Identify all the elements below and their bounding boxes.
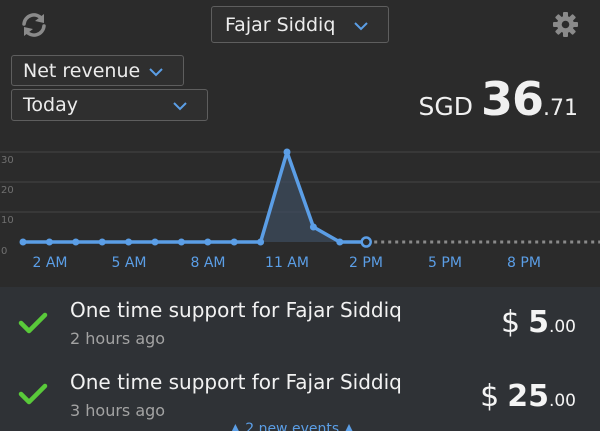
check-icon xyxy=(18,383,48,405)
y-axis-ticks: 0 10 20 30 xyxy=(1,155,14,257)
account-selector[interactable]: Fajar Siddiq xyxy=(211,6,389,43)
data-point xyxy=(283,148,291,156)
event-title: One time support for Fajar Siddiq xyxy=(70,370,402,394)
revenue-total: SGD 36.71 xyxy=(418,72,578,126)
total-whole: 36 xyxy=(480,72,544,126)
metric-selector[interactable]: Net revenue xyxy=(11,55,184,86)
data-point xyxy=(19,238,27,246)
amount-whole: 5 xyxy=(528,305,549,340)
data-point xyxy=(45,238,53,246)
y-tick-label: 0 xyxy=(1,246,7,257)
date-range-label: Today xyxy=(23,94,78,116)
list-item[interactable]: One time support for Fajar Siddiq 2 hour… xyxy=(0,287,600,359)
revenue-chart: 0 10 20 30 2 AM 5 AM 8 AM 11 AM 2 PM 5 PM 8 PM xyxy=(0,148,600,271)
x-axis-ticks: 2 AM 5 AM 8 AM 11 AM 2 PM 5 PM 8 PM xyxy=(32,255,540,271)
data-point xyxy=(125,238,133,246)
total-cents: .71 xyxy=(543,96,578,121)
chevron-down-icon xyxy=(173,102,187,111)
events-list: One time support for Fajar Siddiq 2 hour… xyxy=(0,287,600,431)
x-tick-label: 11 AM xyxy=(265,255,309,271)
date-range-selector[interactable]: Today xyxy=(11,89,208,121)
x-tick-label: 2 AM xyxy=(32,255,67,271)
dashboard-header: Fajar Siddiq Net revenue Today SGD 36.71… xyxy=(0,0,600,287)
chevron-down-icon xyxy=(354,22,368,31)
amount-fraction: .00 xyxy=(548,391,576,411)
data-point xyxy=(230,238,238,246)
x-tick-label: 2 PM xyxy=(349,255,383,271)
amount-currency: $ xyxy=(500,305,521,340)
y-tick-label: 10 xyxy=(1,215,14,226)
event-amount: $25.00 xyxy=(480,379,576,414)
refresh-icon xyxy=(22,13,46,37)
settings-button[interactable] xyxy=(552,11,579,38)
amount-whole: 25 xyxy=(507,379,549,414)
current-point xyxy=(360,236,372,248)
event-time: 2 hours ago xyxy=(70,329,166,348)
metric-label: Net revenue xyxy=(23,60,141,82)
data-point xyxy=(336,238,344,246)
amount-currency: $ xyxy=(480,379,500,414)
data-point xyxy=(309,223,317,231)
total-currency: SGD xyxy=(418,92,473,121)
event-time: 3 hours ago xyxy=(70,401,166,420)
y-tick-label: 30 xyxy=(1,155,14,166)
event-amount: $5.00 xyxy=(501,305,576,340)
y-tick-label: 20 xyxy=(1,185,14,196)
chevron-down-icon xyxy=(149,68,163,77)
account-name: Fajar Siddiq xyxy=(225,14,336,36)
event-title: One time support for Fajar Siddiq xyxy=(70,298,402,322)
data-point xyxy=(204,238,212,246)
amount-fraction: .00 xyxy=(548,317,576,337)
x-tick-label: 5 PM xyxy=(428,255,462,271)
refresh-button[interactable] xyxy=(20,11,48,39)
x-tick-label: 8 AM xyxy=(190,255,225,271)
x-tick-label: 5 AM xyxy=(111,255,146,271)
check-icon xyxy=(18,312,48,334)
data-point xyxy=(151,238,159,246)
data-point xyxy=(257,238,265,246)
gear-icon xyxy=(553,12,578,37)
data-point xyxy=(98,238,106,246)
new-events-banner[interactable]: ▲ 2 new events ▲ xyxy=(230,421,354,431)
data-point xyxy=(72,238,80,246)
data-point xyxy=(177,238,185,246)
x-tick-label: 8 PM xyxy=(507,255,541,271)
